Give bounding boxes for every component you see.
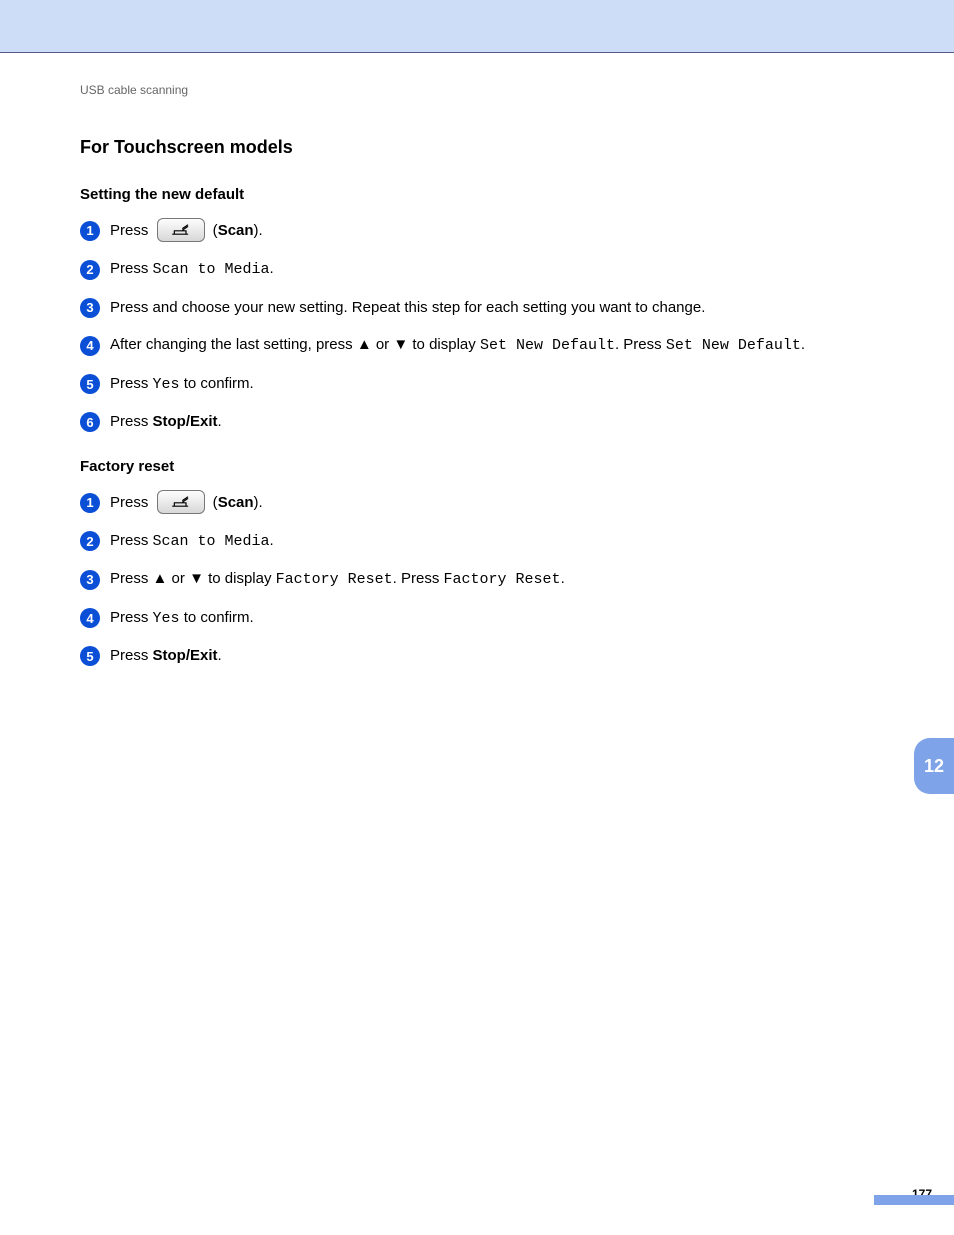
step-text: Press (Scan). (110, 491, 874, 515)
step-item: 4 After changing the last setting, press… (80, 334, 874, 358)
text-mono: Yes (153, 610, 180, 627)
step-item: 2 Press Scan to Media. (80, 258, 874, 282)
step-number-badge: 5 (80, 374, 100, 394)
step-item: 1 Press (Scan). (80, 491, 874, 515)
step-item: 5 Press Stop/Exit. (80, 645, 874, 668)
step-text: Press Stop/Exit. (110, 411, 874, 434)
text: Press (110, 609, 153, 626)
text-bold: Scan (218, 493, 254, 510)
text: to display (408, 336, 480, 353)
up-arrow-icon: ▲ (153, 570, 168, 587)
step-text: Press Scan to Media. (110, 258, 874, 282)
subheading-factory-reset: Factory reset (80, 458, 874, 475)
text: Press (110, 647, 153, 664)
step-text: Press Scan to Media. (110, 530, 874, 554)
text: Press (110, 413, 153, 430)
step-text: Press ▲ or ▼ to display Factory Reset. P… (110, 568, 874, 592)
step-number-badge: 4 (80, 336, 100, 356)
step-number-badge: 3 (80, 298, 100, 318)
down-arrow-icon: ▼ (189, 570, 204, 587)
step-text: Press Yes to confirm. (110, 373, 874, 397)
text-mono: Factory Reset (276, 571, 393, 588)
step-text: Press Stop/Exit. (110, 645, 874, 668)
subheading-setting-default: Setting the new default (80, 186, 874, 203)
step-item: 2 Press Scan to Media. (80, 530, 874, 554)
step-item: 3 Press and choose your new setting. Rep… (80, 297, 874, 320)
text-mono: Scan to Media (153, 261, 270, 278)
step-text: Press and choose your new setting. Repea… (110, 297, 874, 320)
step-item: 4 Press Yes to confirm. (80, 607, 874, 631)
step-number-badge: 3 (80, 570, 100, 590)
text: Press (110, 532, 153, 549)
step-number-badge: 2 (80, 531, 100, 551)
text-bold: Stop/Exit (153, 413, 218, 430)
text-mono: Set New Default (666, 337, 801, 354)
steps-factory-reset: 1 Press (Scan). 2 Press Scan to Media. 3… (80, 491, 874, 668)
section-title: For Touchscreen models (80, 137, 874, 158)
text: . Press (615, 336, 666, 353)
step-number-badge: 1 (80, 493, 100, 513)
down-arrow-icon: ▼ (393, 336, 408, 353)
text-mono: Yes (153, 376, 180, 393)
step-item: 5 Press Yes to confirm. (80, 373, 874, 397)
text: to confirm. (180, 609, 254, 626)
text-mono: Factory Reset (444, 571, 561, 588)
text: Press (110, 222, 153, 239)
text: Press (110, 493, 153, 510)
breadcrumb: USB cable scanning (80, 83, 874, 97)
chapter-tab: 12 (914, 738, 954, 794)
step-item: 6 Press Stop/Exit. (80, 411, 874, 434)
text-mono: Set New Default (480, 337, 615, 354)
step-text: After changing the last setting, press ▲… (110, 334, 874, 358)
step-item: 1 Press (Scan). (80, 219, 874, 243)
page-content: USB cable scanning For Touchscreen model… (0, 53, 954, 668)
step-number-badge: 2 (80, 260, 100, 280)
text: to display (204, 570, 276, 587)
scan-button-icon (157, 490, 205, 514)
text-bold: Stop/Exit (153, 647, 218, 664)
step-number-badge: 1 (80, 221, 100, 241)
step-text: Press (Scan). (110, 219, 874, 243)
text: Press (110, 375, 153, 392)
text-mono: Scan to Media (153, 533, 270, 550)
step-number-badge: 6 (80, 412, 100, 432)
header-band (0, 0, 954, 53)
scan-button-icon (157, 218, 205, 242)
step-text: Press Yes to confirm. (110, 607, 874, 631)
text-bold: Scan (218, 222, 254, 239)
text: or (372, 336, 394, 353)
footer-accent-bar (874, 1195, 954, 1205)
steps-setting-default: 1 Press (Scan). 2 Press Scan to Media. 3… (80, 219, 874, 434)
text: . Press (393, 570, 444, 587)
step-item: 3 Press ▲ or ▼ to display Factory Reset.… (80, 568, 874, 592)
text: After changing the last setting, press (110, 336, 357, 353)
step-number-badge: 4 (80, 608, 100, 628)
up-arrow-icon: ▲ (357, 336, 372, 353)
text: Press (110, 260, 153, 277)
text: to confirm. (180, 375, 254, 392)
text: or (167, 570, 189, 587)
text: Press (110, 570, 153, 587)
step-number-badge: 5 (80, 646, 100, 666)
